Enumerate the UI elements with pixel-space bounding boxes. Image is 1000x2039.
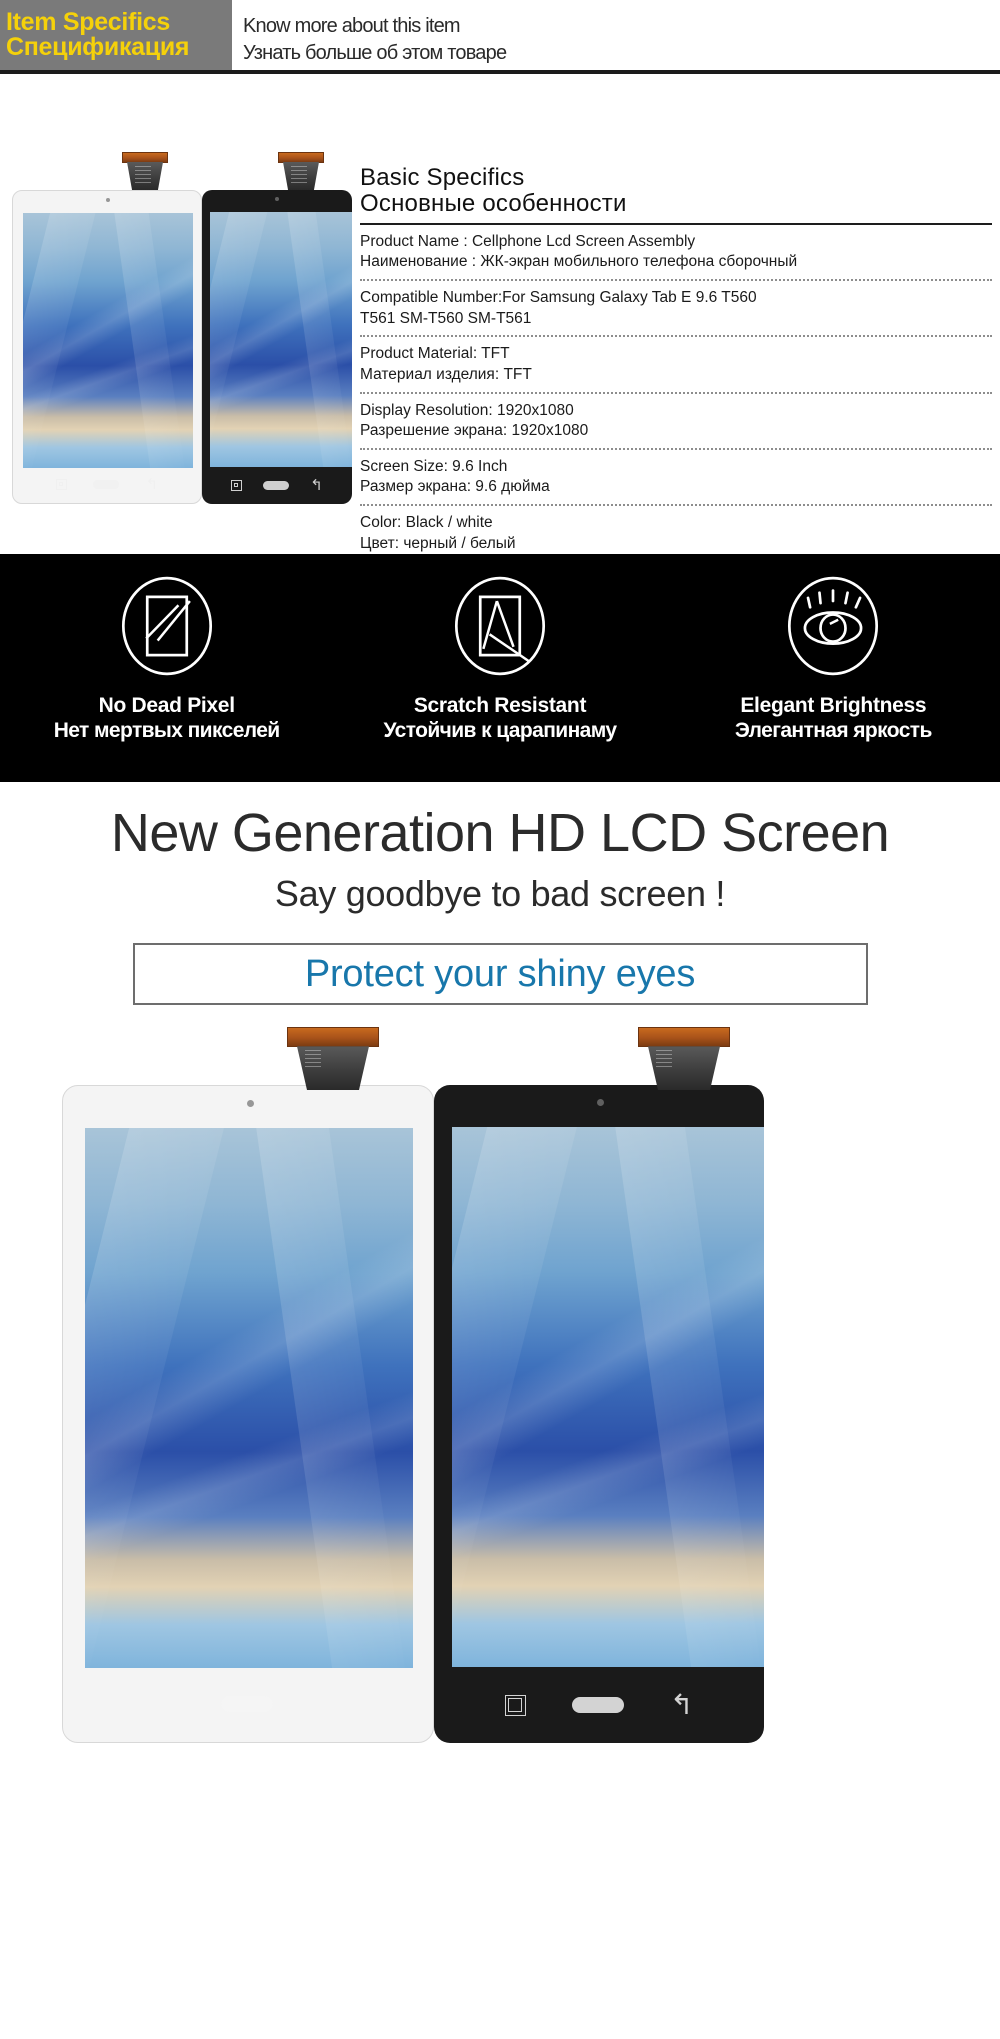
feature-elegant-brightness: Elegant Brightness Элегантная яркость: [667, 554, 1000, 782]
tablet-black-top: ↰: [202, 152, 352, 504]
flex-cable-icon: [122, 152, 168, 190]
feature-no-dead-pixel: No Dead Pixel Нет мертвых пикселей: [0, 554, 333, 782]
spec-ru: Цвет: черный / белый: [360, 534, 516, 552]
recents-icon: [231, 480, 243, 491]
feature-label-en: No Dead Pixel: [98, 694, 235, 717]
basic-specifics-section: ↰ ↰ Basic Specifics Основные особенности…: [0, 74, 1000, 563]
header-subtitle-ru: Узнать больше об этом товаре: [243, 42, 507, 64]
protect-eyes-box: Protect your shiny eyes: [132, 943, 868, 1006]
home-icon: [220, 1696, 273, 1713]
spec-row-screen-size: Screen Size: 9.6 Inch Размер экрана: 9.6…: [360, 450, 992, 506]
product-image-bottom: ↰ ↰: [0, 1023, 1000, 1764]
home-icon: [93, 480, 120, 489]
spec-en: Compatible Number:For Samsung Galaxy Tab…: [360, 289, 757, 307]
headline-title: New Generation HD LCD Screen: [110, 803, 890, 863]
headline-subtitle: Say goodbye to bad screen !: [274, 873, 726, 915]
spec-en: Color: Black / white: [360, 513, 493, 531]
flex-cable-icon: [638, 1027, 730, 1091]
recents-icon: [504, 1694, 526, 1716]
header-subtitle-en: Know more about this item: [243, 15, 461, 37]
feature-label-ru: Элегантная яркость: [734, 719, 933, 742]
tablet-black-bottom: ↰: [434, 1027, 764, 1744]
spec-ru: Размер экрана: 9.6 дюйма: [360, 478, 550, 496]
recents-icon: [147, 1693, 169, 1715]
elegant-brightness-icon: [788, 576, 879, 676]
scratch-resistant-icon: [454, 576, 546, 676]
flex-cable-icon: [278, 152, 324, 190]
home-icon: [571, 1697, 624, 1714]
specs-title-en: Basic Specifics: [360, 164, 525, 191]
feature-label-ru: Нет мертвых пикселей: [53, 719, 281, 742]
badge-label-ru: Спецификация: [6, 33, 190, 61]
features-banner: No Dead Pixel Нет мертвых пикселей Scrat…: [0, 554, 1000, 782]
front-camera: [275, 197, 279, 201]
back-icon: ↰: [145, 476, 159, 493]
headline-section: New Generation HD LCD Screen Say goodbye…: [0, 782, 1000, 1006]
spec-row-compatible-number: Compatible Number:For Samsung Galaxy Tab…: [360, 281, 992, 338]
product-image-top: ↰ ↰: [12, 152, 352, 504]
spec-ru: Разрешение экрана: 1920x1080: [360, 422, 589, 440]
feature-label-ru: Устойчив к царапинаму: [383, 719, 617, 742]
feature-label-en: Scratch Resistant: [413, 694, 587, 717]
spec-en: Screen Size: 9.6 Inch: [360, 457, 508, 475]
back-icon: ↰: [669, 1689, 694, 1721]
home-icon: [263, 481, 290, 490]
recents-icon: [55, 479, 67, 490]
specs-title-ru: Основные особенности: [360, 189, 627, 217]
spec-en: Product Material: TFT: [360, 345, 510, 363]
spec-ru: Материал изделия: TFT: [360, 365, 532, 383]
tablet-white-top: ↰: [12, 152, 202, 504]
spec-row-material: Product Material: TFT Материал изделия: …: [360, 337, 992, 394]
tablet-white-bottom: ↰: [62, 1027, 434, 1744]
badge-label-en: Item Specifics: [6, 7, 170, 36]
feature-label-en: Elegant Brightness: [740, 694, 927, 717]
spec-en: Display Resolution: 1920x1080: [360, 401, 574, 419]
feature-scratch-resistant: Scratch Resistant Устойчив к царапинаму: [333, 554, 666, 782]
front-camera: [106, 198, 110, 202]
back-icon: ↰: [324, 1688, 349, 1720]
back-icon: ↰: [310, 477, 323, 494]
spec-row-product-name: Product Name : Cellphone Lcd Screen Asse…: [360, 225, 992, 282]
front-camera: [597, 1099, 604, 1107]
spec-row-resolution: Display Resolution: 1920x1080 Разрешение…: [360, 394, 992, 450]
header-subtitle-group: Know more about this item Узнать больше …: [243, 13, 507, 67]
spec-ru: Наименование : ЖК-экран мобильного телеф…: [360, 253, 798, 271]
front-camera: [247, 1100, 254, 1108]
flex-cable-icon: [287, 1027, 379, 1091]
item-specifics-badge: Item Specifics Спецификация: [0, 0, 232, 70]
spec-ru: T561 SM-T560 SM-T561: [360, 309, 532, 327]
spec-en: Product Name : Cellphone Lcd Screen Asse…: [360, 232, 696, 250]
item-specifics-header: Item Specifics Спецификация Know more ab…: [0, 0, 1000, 74]
specs-table: Basic Specifics Основные особенности Pro…: [360, 164, 992, 563]
no-dead-pixel-icon: [121, 576, 212, 676]
protect-eyes-label: Protect your shiny eyes: [304, 952, 696, 995]
